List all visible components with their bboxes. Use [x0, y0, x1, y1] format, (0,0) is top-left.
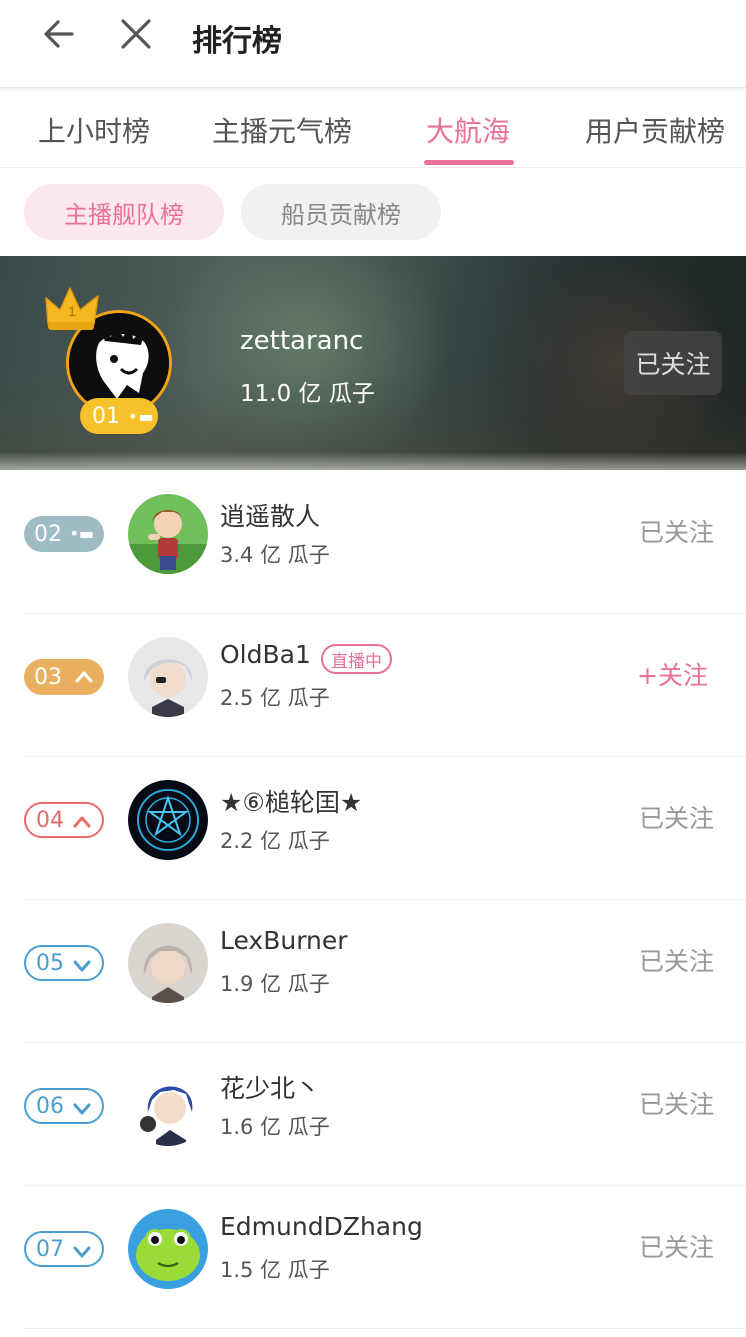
follow-button[interactable]: 已关注: [624, 331, 722, 395]
rank-up-icon: [75, 671, 93, 683]
follow-button[interactable]: 已关注: [639, 513, 714, 549]
rank-down-icon: [73, 1246, 91, 1258]
white-hair-avatar-icon: [128, 637, 208, 717]
rank-down-icon: [73, 1103, 91, 1115]
rank-number: 07: [36, 1236, 64, 1262]
anime-girl-avatar-icon: [128, 494, 208, 574]
list-item[interactable]: 02 •▬ 逍遥散人 3.4 亿 瓜子 已关注: [0, 471, 746, 614]
avatar[interactable]: [128, 494, 208, 574]
rank-down-icon: [73, 960, 91, 972]
rank-number: 02: [34, 521, 62, 547]
avatar[interactable]: [128, 923, 208, 1003]
streamer-name[interactable]: OldBa1: [220, 640, 311, 669]
ranking-tabs: 上小时榜 主播元气榜 大航海 用户贡献榜: [0, 92, 746, 168]
rank-number: 01: [92, 403, 120, 429]
divider: [24, 1328, 746, 1329]
active-tab-indicator: [424, 160, 514, 165]
streamer-score: 2.2 亿 瓜子: [220, 829, 330, 853]
streamer-name[interactable]: 花少北丶: [220, 1069, 320, 1105]
streamer-score: 1.9 亿 瓜子: [220, 972, 330, 996]
list-item[interactable]: 06 花少北丶 1.6 亿 瓜子 已关注: [0, 1043, 746, 1186]
avatar[interactable]: [128, 1209, 208, 1289]
app-bar: 排行榜: [0, 0, 746, 88]
rank-badge: 06: [24, 1088, 104, 1124]
rank-badge: 07: [24, 1231, 104, 1267]
list-item[interactable]: 07 EdmundDZhang 1.5 亿 瓜子 已关注: [0, 1186, 746, 1329]
tab-guard[interactable]: 大航海: [426, 110, 510, 150]
rank-same-icon: •▬: [128, 406, 155, 426]
follow-button[interactable]: 已关注: [639, 799, 714, 835]
rank-up-icon: [73, 816, 91, 828]
streamer-score: 1.5 亿 瓜子: [220, 1258, 330, 1282]
streamer-score: 2.5 亿 瓜子: [220, 686, 330, 710]
follow-button[interactable]: 已关注: [639, 1228, 714, 1264]
streamer-name[interactable]: LexBurner: [220, 926, 348, 955]
tab-streamer-energy[interactable]: 主播元气榜: [212, 110, 352, 150]
follow-button[interactable]: +关注: [637, 656, 708, 692]
rank-number: 04: [36, 807, 64, 833]
streamer-score: 3.4 亿 瓜子: [220, 543, 330, 567]
back-arrow-icon[interactable]: [36, 14, 76, 54]
rank-badge: 04: [24, 802, 104, 838]
rank-number: 03: [34, 664, 62, 690]
streamer-name[interactable]: EdmundDZhang: [220, 1212, 423, 1241]
streamer-name[interactable]: 逍遥散人: [220, 497, 320, 533]
streamer-score: 11.0 亿 瓜子: [240, 381, 375, 407]
magic-circle-avatar-icon: [128, 780, 208, 860]
streamer-score: 1.6 亿 瓜子: [220, 1115, 330, 1139]
list-item[interactable]: 03 OldBa1 直播中 2.5 亿 瓜子 +关注: [0, 614, 746, 757]
follow-button[interactable]: 已关注: [639, 1085, 714, 1121]
tab-user-contribution[interactable]: 用户贡献榜: [585, 110, 725, 150]
live-badge: 直播中: [321, 644, 392, 674]
rank-badge: 01 •▬: [80, 398, 158, 434]
avatar[interactable]: [128, 637, 208, 717]
streamer-name[interactable]: zettaranc: [240, 326, 363, 356]
frog-avatar-icon: [128, 1209, 208, 1289]
blue-hair-avatar-icon: [128, 1066, 208, 1146]
list-item[interactable]: 05 LexBurner 1.9 亿 瓜子 已关注: [0, 900, 746, 1043]
rank-badge: 02 •▬: [24, 516, 104, 552]
crown-icon: 1: [45, 287, 99, 330]
rank-number: 06: [36, 1093, 64, 1119]
list-item[interactable]: 04 ★⑥槌轮囯★ 2.2 亿 瓜子 已关注: [0, 757, 746, 900]
follow-button[interactable]: 已关注: [639, 942, 714, 978]
avatar[interactable]: [128, 1066, 208, 1146]
banner-fade: [0, 452, 746, 470]
tab-last-hour[interactable]: 上小时榜: [38, 110, 150, 150]
avatar[interactable]: [128, 780, 208, 860]
crown-number: 1: [68, 303, 76, 319]
rank-same-icon: •▬: [69, 524, 94, 543]
page-title: 排行榜: [192, 24, 282, 59]
streamer-name[interactable]: ★⑥槌轮囯★: [220, 783, 362, 819]
top-rank-banner[interactable]: 1 01 •▬ zettaranc 11.0 亿 瓜子 已关注: [0, 256, 746, 470]
close-icon[interactable]: [116, 14, 156, 54]
gray-hair-avatar-icon: [128, 923, 208, 1003]
subtab-crew-contribution[interactable]: 船员贡献榜: [241, 184, 441, 240]
rank-number: 05: [36, 950, 64, 976]
rank-badge: 03: [24, 659, 104, 695]
subtab-streamer-fleet[interactable]: 主播舰队榜: [24, 184, 224, 240]
rank-badge: 05: [24, 945, 104, 981]
